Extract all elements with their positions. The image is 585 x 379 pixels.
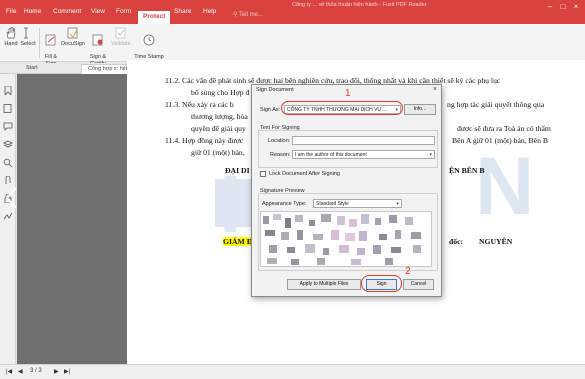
comment-icon[interactable] — [3, 122, 13, 131]
annotation-oval-sign-as — [281, 101, 403, 115]
fill-sign-button[interactable]: Fill & Sign — [42, 27, 60, 67]
tell-me-search[interactable]: ⚲ Tell me... — [233, 11, 333, 22]
signature-preview-image — [260, 211, 432, 267]
lock-document-label: Lock Document After Signing — [269, 171, 340, 177]
doc-line: quyền để giải quy — [191, 124, 246, 133]
hand-tool-button[interactable]: Hand — [3, 27, 19, 48]
validate-icon — [115, 27, 126, 39]
page-indicator[interactable]: 3 / 3 — [30, 368, 42, 374]
watermark-right: N — [475, 141, 535, 232]
signature-panel-icon[interactable] — [3, 212, 13, 221]
doc-line: giữ 01 (một) bản, — [191, 148, 245, 157]
pages-icon[interactable] — [3, 104, 13, 113]
doc-fragment: ng hợp tác giải quyết thông qua — [447, 100, 545, 109]
menu-help[interactable]: Help — [203, 8, 216, 15]
select-cursor-icon — [24, 27, 28, 39]
sign-as-label: Sign As: — [260, 107, 281, 113]
annotation-step-number: 1 — [345, 88, 351, 99]
doc-line: bổ sung cho Hợp đ — [191, 88, 250, 97]
dialog-title: Sign Document — [256, 87, 294, 93]
sign-certify-icon — [92, 34, 103, 45]
menu-view[interactable]: View — [91, 8, 105, 15]
appearance-type-value: Standard Style — [316, 201, 349, 207]
reason-select[interactable]: I am the author of this document ▾ — [292, 150, 435, 159]
doc-line: thương lượng, hòa — [191, 112, 248, 121]
doc-fragment: NGUYÊN — [479, 237, 513, 246]
info-button[interactable]: Info... — [404, 104, 436, 115]
lock-document-checkbox[interactable] — [260, 171, 266, 177]
tab-start[interactable]: Start — [20, 64, 44, 74]
maximize-icon[interactable]: □ — [558, 2, 568, 12]
doc-fragment: đốc: — [449, 237, 464, 246]
close-window-icon[interactable]: × — [571, 2, 581, 12]
hand-label: Hand — [4, 41, 18, 47]
doc-fragment: Bên A giữ 01 (một) bản, Bên B — [452, 136, 548, 145]
chevron-down-icon: ▾ — [429, 152, 432, 158]
left-navigation-bar — [0, 74, 16, 364]
doc-line: 11.3. Nếu xảy ra các b — [165, 100, 234, 109]
title-menu-bar: Công ty ... về thỏa thuận hiện hành - Fo… — [0, 0, 585, 24]
search-placeholder: Tell me... — [238, 12, 263, 18]
sign-certify-button[interactable]: Sign & Certify — [87, 27, 109, 67]
ribbon-toolbar: Hand Select Fill & Sign DocuSign Sign & … — [0, 24, 585, 67]
sign-document-dialog: Sign Document × Sign As: CÔNG TY TNHH TH… — [251, 84, 442, 297]
fill-sign-icon — [45, 34, 56, 45]
nav-prev-icon[interactable]: ◀ — [18, 368, 23, 375]
appearance-type-label: Appearance Type: — [262, 201, 307, 207]
doc-fragment: được sẽ đưa ra Toà án có thẩm — [457, 124, 551, 133]
close-icon[interactable]: × — [433, 86, 437, 93]
bookmark-icon[interactable] — [3, 86, 13, 95]
ribbon-divider — [39, 28, 40, 58]
reason-value: I am the author of this document — [295, 152, 367, 158]
collapse-arrow-icon[interactable] — [4, 186, 20, 210]
status-bar: |◀ ◀ 3 / 3 ▶ ▶| — [0, 364, 585, 379]
hand-icon — [6, 27, 16, 39]
docusign-icon — [67, 27, 78, 39]
appearance-type-select[interactable]: Standard Style ▾ — [313, 199, 402, 208]
nav-last-icon[interactable]: ▶| — [64, 368, 70, 375]
location-input[interactable] — [292, 136, 435, 145]
reason-label: Reason: — [270, 152, 291, 158]
thumbnail-panel — [17, 74, 127, 364]
location-label: Location: — [268, 138, 291, 144]
cancel-button[interactable]: Cancel — [403, 279, 434, 290]
nav-next-icon[interactable]: ▶ — [54, 368, 59, 375]
minimize-icon[interactable]: – — [545, 2, 555, 12]
layers-icon[interactable] — [3, 140, 13, 149]
select-tool-button[interactable]: Select — [20, 27, 36, 48]
clock-icon — [143, 34, 155, 45]
menu-comment[interactable]: Comment — [53, 8, 81, 15]
nav-first-icon[interactable]: |◀ — [6, 368, 12, 375]
search-icon[interactable] — [3, 158, 13, 167]
doc-line: GIÁM Đ — [223, 237, 253, 246]
doc-line: 11.4. Hợp đồng này được — [165, 136, 244, 145]
validate-label: Validate — [111, 41, 131, 47]
menu-home[interactable]: Home — [24, 8, 41, 15]
apply-to-multiple-files-button[interactable]: Apply to Multiple Files — [287, 279, 361, 290]
annotation-step-number: 2 — [405, 266, 411, 277]
doc-line: ĐẠI DI — [225, 166, 250, 175]
menu-form[interactable]: Form — [116, 8, 131, 15]
chevron-down-icon: ▾ — [396, 201, 399, 207]
menu-protect[interactable]: Protect — [138, 11, 171, 24]
docusign-label: DocuSign — [61, 41, 85, 47]
annotation-oval-sign-button — [361, 275, 402, 292]
attachment-icon[interactable] — [3, 176, 13, 185]
menu-share[interactable]: Share — [174, 8, 191, 15]
menu-file[interactable]: File — [6, 8, 16, 15]
validate-button[interactable]: Validate — [111, 27, 131, 48]
docusign-button[interactable]: DocuSign — [61, 27, 85, 48]
select-label: Select — [20, 41, 36, 47]
window-title: Công ty ... về thỏa thuận hiện hành - Fo… — [292, 2, 427, 8]
doc-fragment: ỆN BÊN B — [449, 166, 485, 175]
lightbulb-icon: ⚲ — [233, 12, 238, 18]
